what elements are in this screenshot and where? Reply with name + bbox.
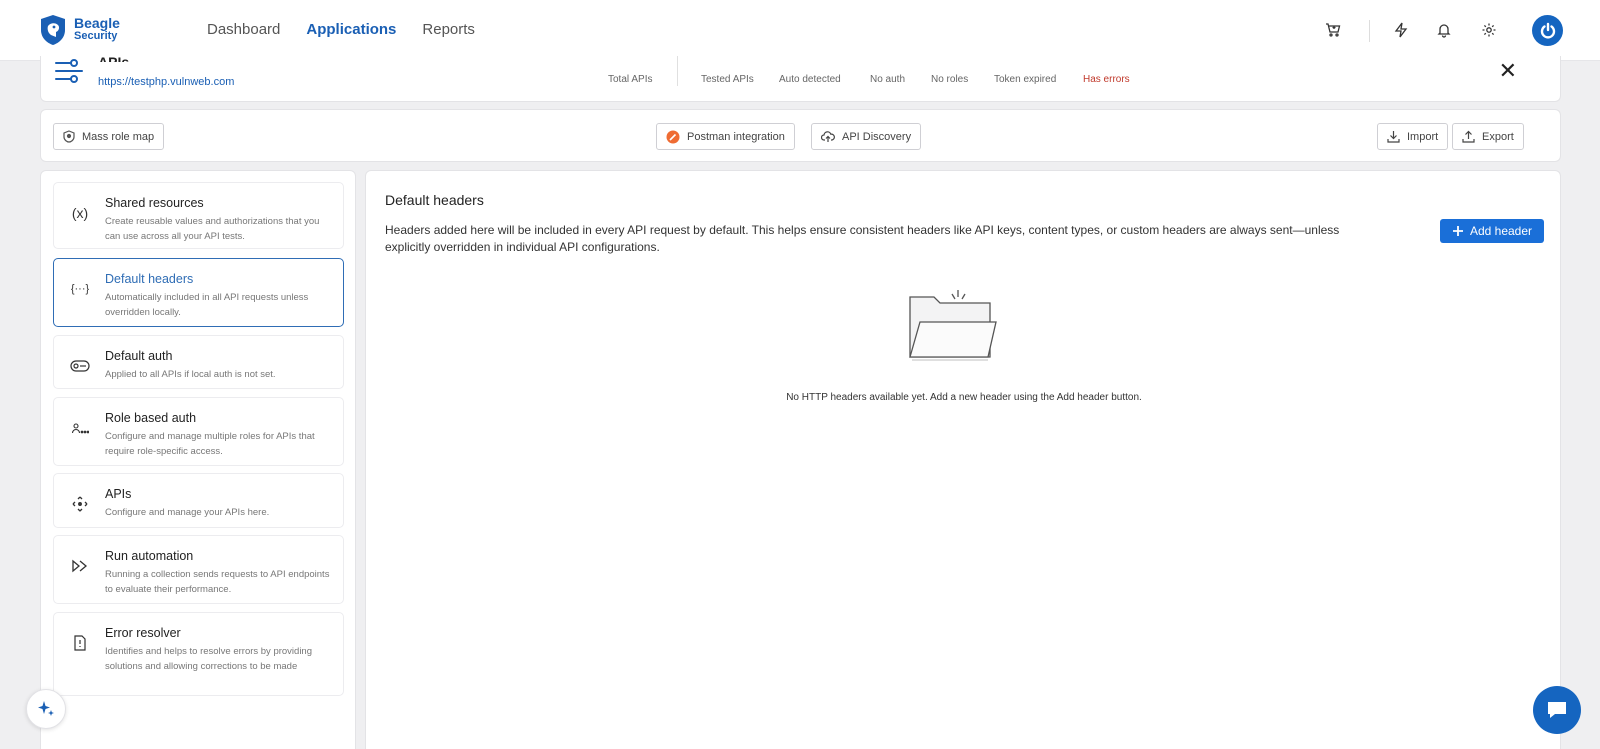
bolt-icon[interactable] <box>1391 20 1411 40</box>
sidebar-item-desc: Running a collection sends requests to A… <box>105 569 330 595</box>
panel-description: Headers added here will be included in e… <box>385 223 1340 254</box>
export-label: Export <box>1482 130 1514 143</box>
stat-auto-detected: Auto detected <box>779 74 841 85</box>
sidebar-item-apis[interactable]: APIs Configure and manage your APIs here… <box>53 473 344 528</box>
sidebar-item-title: Role based auth <box>105 411 197 425</box>
chat-support-button[interactable] <box>1533 686 1581 734</box>
default-headers-panel: Default headers Headers added here will … <box>365 170 1561 749</box>
import-icon <box>1387 131 1400 143</box>
cloud-upload-icon <box>821 131 835 142</box>
sidebar-item-title: Shared resources <box>105 196 204 210</box>
plus-icon <box>1452 226 1463 236</box>
fast-forward-icon <box>69 556 91 576</box>
apis-summary-card: APIs https://testphp.vulnweb.com Total A… <box>40 54 1561 102</box>
mass-role-map-button[interactable]: Mass role map <box>53 123 165 150</box>
nav-divider <box>1369 20 1370 42</box>
close-button[interactable]: ✕ <box>1499 60 1517 82</box>
api-flow-icon <box>54 58 86 89</box>
shield-icon <box>63 130 75 143</box>
postman-icon <box>666 130 680 143</box>
add-header-button[interactable]: Add header <box>1440 219 1544 243</box>
stat-has-errors: Has errors <box>1083 74 1130 85</box>
gear-icon[interactable] <box>1479 20 1499 40</box>
beagle-shield-icon <box>41 15 65 45</box>
sidebar-item-desc: Configure and manage multiple roles for … <box>105 431 315 457</box>
bell-icon[interactable] <box>1434 20 1454 40</box>
sidebar-item-title: Default auth <box>105 349 173 363</box>
braces-icon: {···} <box>70 283 90 295</box>
import-button[interactable]: Import <box>1377 123 1449 150</box>
power-icon <box>1540 22 1555 38</box>
user-avatar[interactable] <box>1532 15 1563 46</box>
nav-reports[interactable]: Reports <box>422 21 475 38</box>
nav-applications[interactable]: Applications <box>306 21 396 38</box>
export-button[interactable]: Export <box>1452 123 1524 150</box>
sidebar-item-desc: Automatically included in all API reques… <box>105 292 309 318</box>
stat-no-auth: No auth <box>870 74 906 85</box>
sidebar-item-run-automation[interactable]: Run automation Running a collection send… <box>53 535 344 604</box>
sidebar-item-title: Error resolver <box>105 626 181 640</box>
sidebar-item-title: APIs <box>105 487 132 501</box>
mass-role-map-label: Mass role map <box>82 130 155 143</box>
chat-icon <box>1548 702 1566 718</box>
brand-name: Beagle <box>74 15 120 31</box>
api-discovery-label: API Discovery <box>842 130 912 143</box>
sidebar-item-title: Default headers <box>105 272 194 286</box>
api-toolbar: Mass role map Postman integration API Di… <box>40 109 1561 162</box>
sidebar-item-desc: Identifies and helps to resolve errors b… <box>105 646 313 672</box>
sidebar-item-role-based-auth[interactable]: Role based auth Configure and manage mul… <box>53 397 344 466</box>
postman-integration-label: Postman integration <box>687 130 785 143</box>
sidebar-item-default-auth[interactable]: Default auth Applied to all APIs if loca… <box>53 335 344 389</box>
stat-token-expired: Token expired <box>994 74 1057 85</box>
sparkles-icon <box>38 701 54 716</box>
apis-title: APIs <box>98 54 130 62</box>
empty-state-message: No HTTP headers available yet. Add a new… <box>786 392 1142 403</box>
add-header-label: Add header <box>1469 224 1533 238</box>
ai-assistant-button[interactable] <box>26 689 66 729</box>
panel-title: Default headers <box>385 192 484 208</box>
apis-base-url[interactable]: https://testphp.vulnweb.com <box>98 76 234 88</box>
api-diamond-icon <box>69 494 91 514</box>
stat-divider <box>677 56 678 86</box>
cart-icon[interactable] <box>1323 20 1343 40</box>
settings-sidebar: (x) Shared resources Create reusable val… <box>40 170 356 749</box>
sidebar-item-desc: Applied to all APIs if local auth is not… <box>105 369 276 380</box>
sidebar-item-error-resolver[interactable]: Error resolver Identifies and helps to r… <box>53 612 344 696</box>
api-discovery-button[interactable]: API Discovery <box>811 123 922 150</box>
document-alert-icon <box>69 633 91 653</box>
sidebar-item-desc: Configure and manage your APIs here. <box>105 507 270 518</box>
empty-folder-icon <box>908 289 998 370</box>
sidebar-item-desc: Create reusable values and authorization… <box>105 216 320 242</box>
import-label: Import <box>1407 130 1439 143</box>
user-roles-icon <box>69 418 91 438</box>
toggle-key-icon <box>69 356 91 376</box>
stat-total-apis: Total APIs <box>608 74 653 85</box>
variable-icon: (x) <box>71 205 89 221</box>
postman-integration-button[interactable]: Postman integration <box>656 123 795 150</box>
top-navbar: Beagle Security Dashboard Applications R… <box>0 0 1600 61</box>
brand-subname: Security <box>74 30 118 42</box>
sidebar-item-shared-resources[interactable]: (x) Shared resources Create reusable val… <box>53 182 344 249</box>
nav-dashboard[interactable]: Dashboard <box>207 21 280 38</box>
sidebar-item-title: Run automation <box>105 549 194 563</box>
stat-tested-apis: Tested APIs <box>701 74 754 85</box>
stat-no-roles: No roles <box>931 74 969 85</box>
beagle-security-logo[interactable]: Beagle Security <box>40 14 120 46</box>
sidebar-item-default-headers[interactable]: {···} Default headers Automatically incl… <box>53 258 344 327</box>
export-icon <box>1462 130 1475 143</box>
